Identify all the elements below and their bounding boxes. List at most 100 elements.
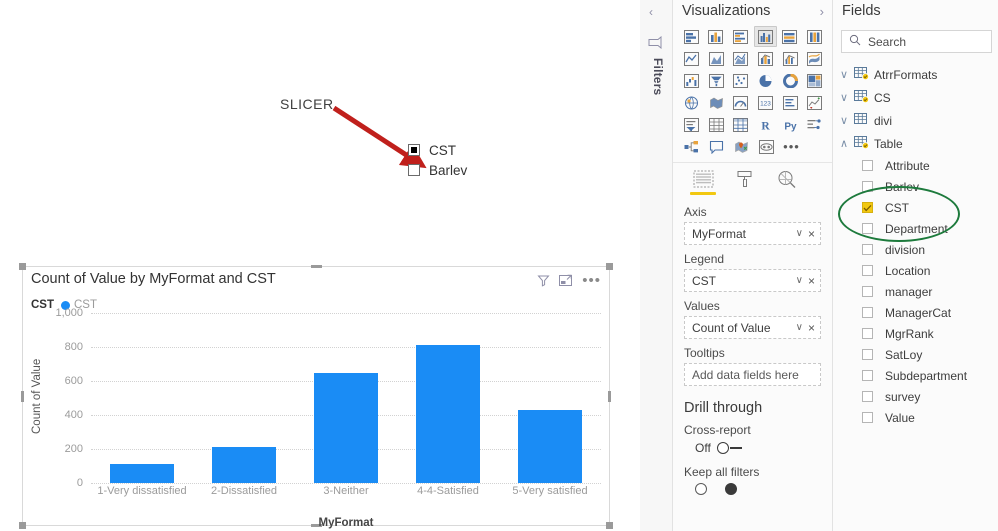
field-item-division[interactable]: division — [833, 239, 998, 260]
fields-table-cs[interactable]: ∨ CS — [833, 86, 998, 109]
slicer-icon[interactable] — [680, 114, 703, 135]
cross-report-toggle[interactable]: Off — [695, 441, 832, 455]
remove-field-icon[interactable]: × — [808, 227, 815, 241]
field-item-barlev[interactable]: Barlev — [833, 176, 998, 197]
visual-header-icons[interactable]: ••• — [537, 273, 601, 288]
ribbon-chart-icon[interactable] — [803, 48, 826, 69]
bar[interactable] — [314, 372, 378, 483]
line-chart-icon[interactable] — [680, 48, 703, 69]
field-item-managercat[interactable]: ManagerCat — [833, 302, 998, 323]
remove-field-icon[interactable]: × — [808, 274, 815, 288]
field-wells[interactable]: Axis MyFormat ∨ × Legend CST ∨ × Values Count of … — [673, 197, 832, 386]
multi-row-card-icon[interactable] — [779, 92, 802, 113]
field-checkbox-icon[interactable] — [862, 328, 873, 339]
bar[interactable] — [518, 409, 582, 483]
focus-mode-icon[interactable] — [559, 274, 573, 287]
radio-on[interactable] — [725, 483, 737, 495]
filters-pane-collapsed[interactable]: ‹ Filters — [640, 0, 673, 531]
field-item-value[interactable]: Value — [833, 407, 998, 428]
filled-map-icon[interactable] — [705, 92, 728, 113]
chevron-up-icon[interactable]: ∧ — [840, 137, 854, 150]
gauge-icon[interactable] — [729, 92, 752, 113]
field-checkbox-icon[interactable] — [862, 349, 873, 360]
fields-tab[interactable] — [689, 170, 717, 195]
field-checkbox-icon[interactable] — [862, 244, 873, 255]
field-checkbox-icon[interactable] — [862, 412, 873, 423]
chevron-down-icon[interactable]: ∨ — [796, 322, 803, 333]
area-chart-icon[interactable] — [705, 48, 728, 69]
fields-table-table[interactable]: ∧ Table — [833, 132, 998, 155]
field-item-manager[interactable]: manager — [833, 281, 998, 302]
fields-list[interactable]: ∨ AtrrFormats ∨ CS ∨ divi ∧ Table Attribute Barle… — [833, 63, 998, 428]
report-canvas[interactable]: SLICER CST Barlev Count of Value by MyFo… — [0, 0, 640, 531]
bar-series[interactable] — [91, 313, 601, 483]
treemap-icon[interactable] — [803, 70, 826, 91]
python-visual-icon[interactable]: Py — [779, 114, 802, 135]
bar[interactable] — [212, 447, 276, 483]
visualizations-pane[interactable]: Visualizations › 123 R Py ••• Axis MyFormat ∨… — [673, 0, 833, 531]
well-axis[interactable]: MyFormat ∨ × — [684, 222, 821, 245]
field-item-cst[interactable]: CST — [833, 197, 998, 218]
keep-all-filters-radios[interactable] — [695, 483, 832, 495]
clustered-bar-chart-icon[interactable] — [729, 26, 752, 47]
field-checkbox-icon[interactable] — [862, 202, 873, 213]
chevron-right-icon[interactable]: › — [820, 4, 824, 19]
analytics-tab[interactable] — [773, 170, 801, 195]
waterfall-chart-icon[interactable] — [680, 70, 703, 91]
field-item-department[interactable]: Department — [833, 218, 998, 239]
matrix-icon[interactable] — [729, 114, 752, 135]
arcgis-map-icon[interactable] — [730, 136, 753, 157]
field-checkbox-icon[interactable] — [862, 391, 873, 402]
fields-pane[interactable]: Fields Search ∨ AtrrFormats ∨ CS ∨ divi ∧ Table… — [833, 0, 998, 531]
pie-chart-icon[interactable] — [754, 70, 777, 91]
field-checkbox-icon[interactable] — [862, 370, 873, 381]
key-influencers-icon[interactable] — [803, 114, 826, 135]
kpi-icon[interactable] — [803, 92, 826, 113]
field-item-satloy[interactable]: SatLoy — [833, 344, 998, 365]
r-script-visual-icon[interactable]: R — [754, 114, 777, 135]
bar[interactable] — [110, 464, 174, 483]
resize-handle-top-right[interactable] — [606, 263, 613, 270]
field-item-subdepartment[interactable]: Subdepartment — [833, 365, 998, 386]
line-clustered-column-chart-icon[interactable] — [779, 48, 802, 69]
card-icon[interactable]: 123 — [754, 92, 777, 113]
field-checkbox-icon[interactable] — [862, 181, 873, 192]
field-checkbox-icon[interactable] — [862, 265, 873, 276]
bar[interactable] — [416, 345, 480, 483]
map-icon[interactable] — [680, 92, 703, 113]
chevron-down-icon[interactable]: ∨ — [840, 68, 854, 81]
more-visuals-dots[interactable]: ••• — [783, 140, 800, 153]
chevron-left-icon[interactable]: ‹ — [649, 5, 653, 19]
field-item-survey[interactable]: survey — [833, 386, 998, 407]
fields-table-divi[interactable]: ∨ divi — [833, 109, 998, 132]
more-options-icon[interactable]: ••• — [582, 273, 601, 288]
100-stacked-column-chart-icon[interactable] — [803, 26, 826, 47]
100-stacked-bar-chart-icon[interactable] — [779, 26, 802, 47]
slicer-checkbox-icon[interactable] — [408, 144, 420, 156]
well-tooltips[interactable]: Add data fields here — [684, 363, 821, 386]
more-visuals-icon[interactable]: ••• — [780, 136, 803, 157]
slicer-item-barlev[interactable]: Barlev — [408, 160, 528, 180]
field-checkbox-icon[interactable] — [862, 160, 873, 171]
field-item-mgrrank[interactable]: MgrRank — [833, 323, 998, 344]
remove-field-icon[interactable]: × — [808, 321, 815, 335]
column-chart-visual[interactable]: Count of Value by MyFormat and CST ••• C… — [19, 263, 613, 529]
chevron-down-icon[interactable]: ∨ — [796, 228, 803, 239]
toggle-switch-icon[interactable] — [716, 442, 743, 454]
qna-icon[interactable] — [705, 136, 728, 157]
field-checkbox-icon[interactable] — [862, 286, 873, 297]
paginated-report-icon[interactable] — [755, 136, 778, 157]
chevron-down-icon[interactable]: ∨ — [840, 114, 854, 127]
decomposition-tree-icon[interactable] — [680, 136, 703, 157]
clustered-column-chart-icon[interactable] — [753, 26, 777, 47]
visual-type-gallery[interactable]: 123 R Py ••• — [673, 23, 832, 163]
line-stacked-column-chart-icon[interactable] — [754, 48, 777, 69]
resize-handle-top-left[interactable] — [19, 263, 26, 270]
scatter-chart-icon[interactable] — [729, 70, 752, 91]
table-icon[interactable] — [705, 114, 728, 135]
chevron-down-icon[interactable]: ∨ — [840, 91, 854, 104]
field-checkbox-icon[interactable] — [862, 223, 873, 234]
funnel-chart-icon[interactable] — [705, 70, 728, 91]
donut-chart-icon[interactable] — [779, 70, 802, 91]
filter-icon[interactable] — [537, 274, 550, 287]
